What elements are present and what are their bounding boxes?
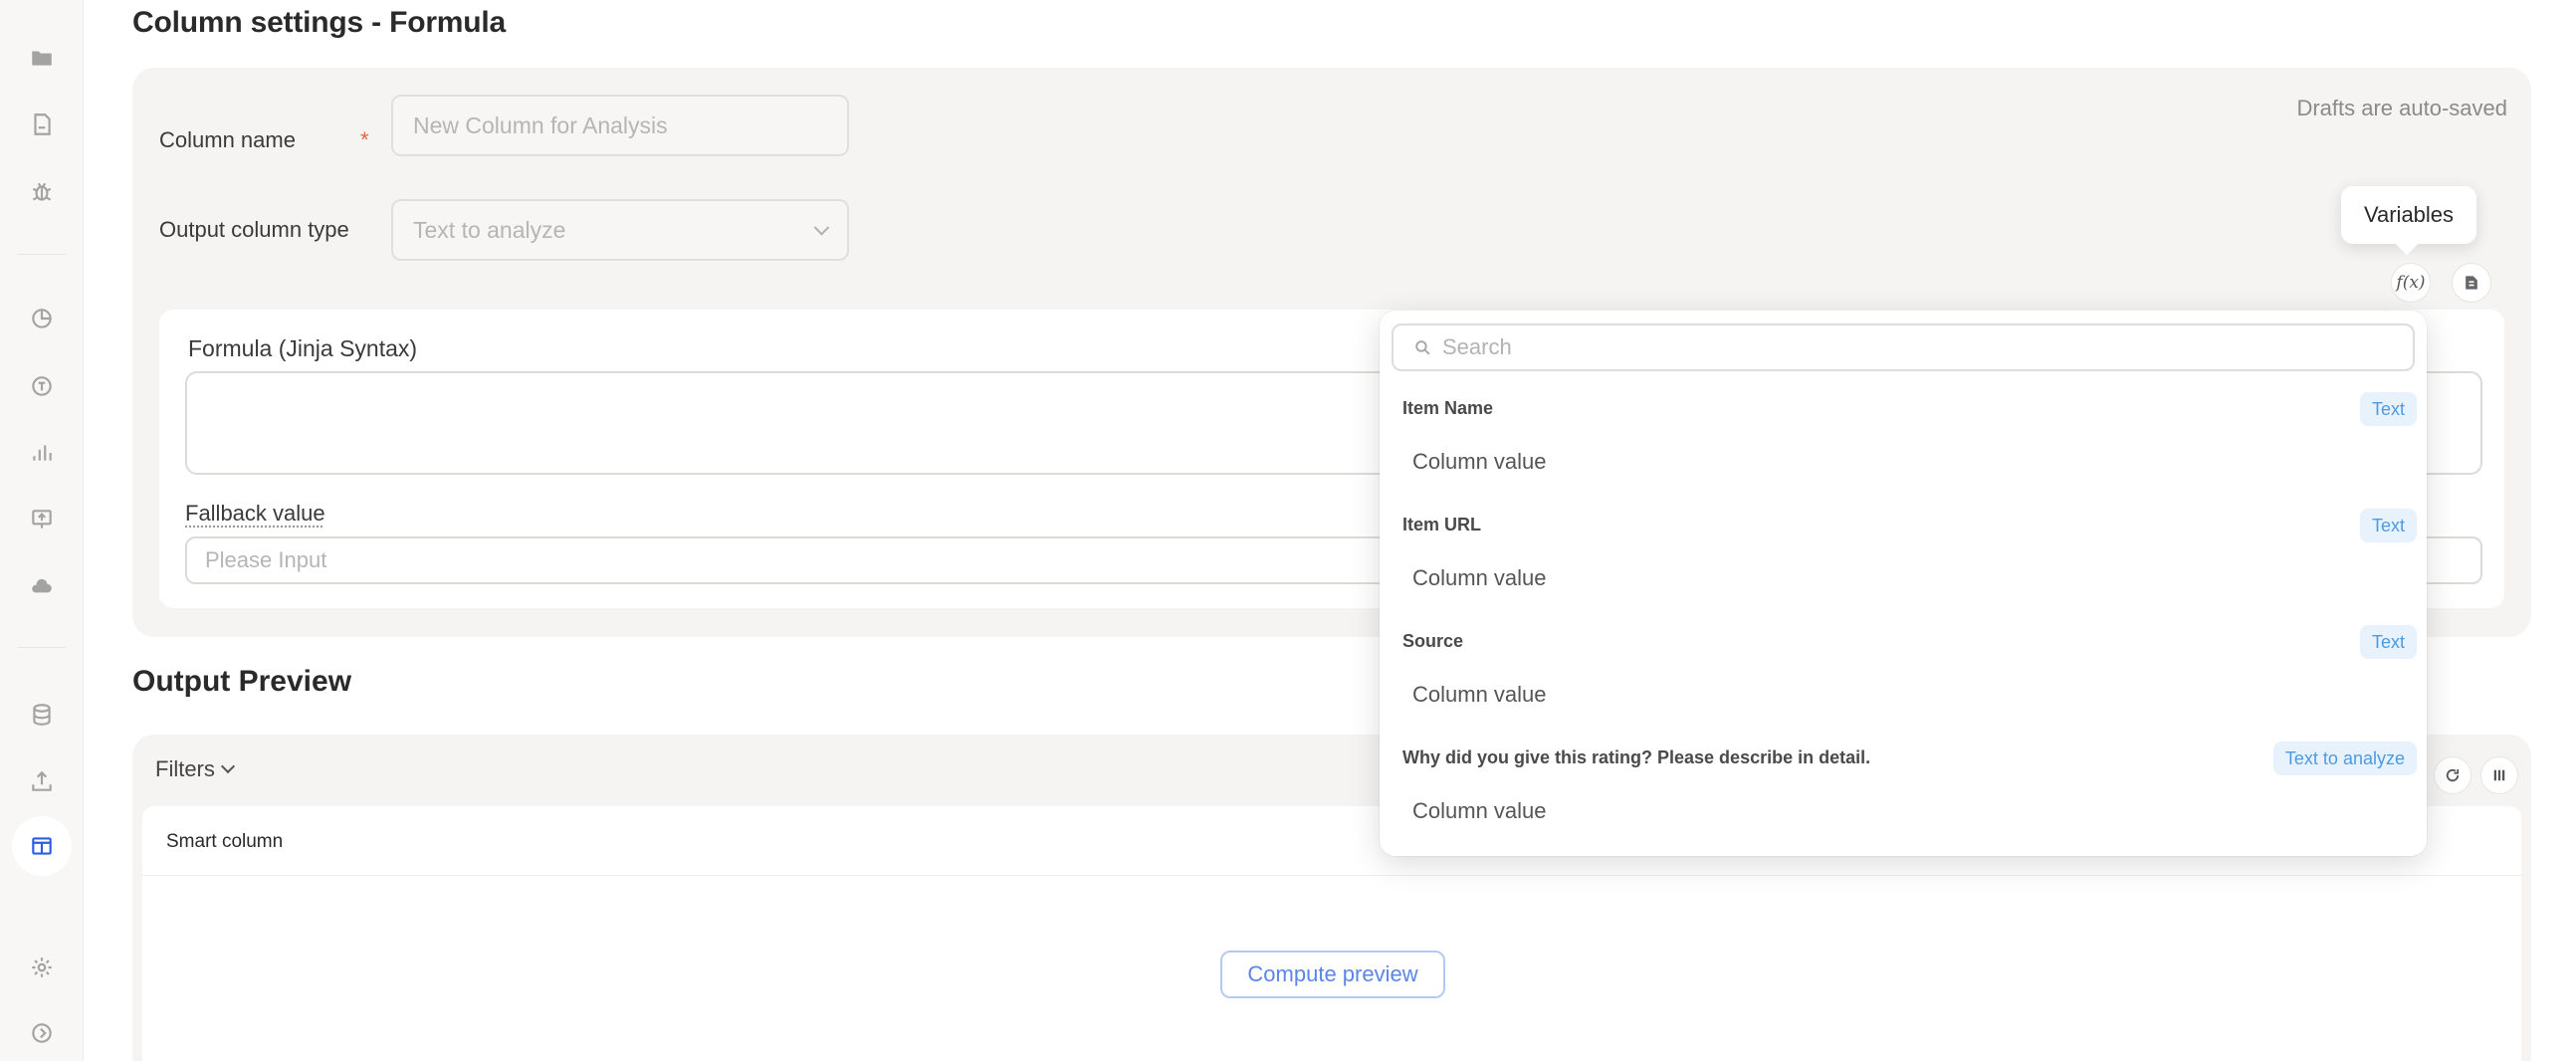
variable-name: Why did you give this rating? Please des… (1402, 747, 1870, 768)
cloud-icon[interactable] (0, 557, 84, 617)
output-type-label: Output column type (159, 217, 349, 243)
page-title: Column settings - Formula (132, 6, 506, 40)
compute-preview-button[interactable]: Compute preview (1220, 951, 1445, 998)
filters-button[interactable]: Filters (155, 756, 233, 782)
book-icon (2462, 273, 2481, 293)
fallback-label: Fallback value (185, 501, 325, 527)
output-type-value: Text to analyze (413, 217, 565, 244)
sidebar-divider (18, 647, 66, 648)
database-icon[interactable] (0, 685, 84, 744)
variable-type-badge: Text (2360, 625, 2417, 659)
variable-name: Source (1402, 631, 1463, 652)
chart-pie-icon[interactable] (0, 289, 84, 348)
variable-name: Item URL (1402, 515, 1481, 535)
presentation-icon[interactable] (0, 490, 84, 549)
chevron-down-icon (221, 759, 235, 773)
function-icon: f(x) (2396, 273, 2425, 293)
chevron-down-icon (814, 220, 830, 236)
compute-preview-label: Compute preview (1247, 961, 1417, 987)
columns-icon (2490, 766, 2508, 784)
columns-button[interactable] (2480, 756, 2518, 794)
variables-search-input[interactable]: Search (1392, 323, 2415, 371)
variable-name: Item Name (1402, 398, 1493, 419)
formula-label: Formula (Jinja Syntax) (188, 335, 417, 362)
filters-label: Filters (155, 756, 215, 782)
variable-option[interactable]: Column value (1412, 449, 1547, 475)
variable-option[interactable]: Column value (1412, 565, 1547, 591)
search-placeholder: Search (1442, 334, 1512, 360)
upload-icon[interactable] (0, 751, 84, 811)
column-name-placeholder: New Column for Analysis (413, 112, 668, 139)
snippet-button[interactable] (2452, 263, 2491, 303)
active-nav-indicator (12, 816, 72, 876)
variables-tooltip: Variables (2341, 186, 2476, 244)
variables-button[interactable]: f(x) (2391, 263, 2431, 303)
variable-type-badge: Text to analyze (2273, 742, 2417, 775)
output-preview-title: Output Preview (132, 665, 351, 699)
refresh-button[interactable] (2434, 756, 2471, 794)
sidebar-divider (18, 254, 66, 255)
sidebar (0, 0, 84, 1061)
search-icon (1413, 338, 1432, 357)
bug-icon[interactable] (0, 162, 84, 222)
expand-icon[interactable] (0, 1003, 84, 1063)
settings-icon[interactable] (0, 938, 84, 997)
column-name-input[interactable]: New Column for Analysis (391, 95, 849, 156)
table-icon[interactable] (0, 816, 84, 876)
tag-icon[interactable] (0, 356, 84, 416)
output-type-select[interactable]: Text to analyze (391, 199, 849, 261)
variable-type-badge: Text (2360, 509, 2417, 542)
smart-column-header: Smart column (166, 831, 283, 853)
bar-chart-icon[interactable] (0, 423, 84, 483)
variable-type-badge: Text (2360, 392, 2417, 426)
fallback-placeholder: Please Input (205, 547, 326, 573)
folder-icon[interactable] (0, 28, 84, 88)
variable-option[interactable]: Column value (1412, 798, 1547, 824)
required-marker: * (360, 127, 369, 153)
document-icon[interactable] (0, 95, 84, 154)
column-name-label: Column name (159, 127, 296, 153)
variable-option[interactable]: Column value (1412, 682, 1547, 708)
refresh-icon (2444, 766, 2462, 784)
autosave-note: Drafts are auto-saved (2296, 96, 2507, 121)
tooltip-text: Variables (2364, 202, 2454, 228)
